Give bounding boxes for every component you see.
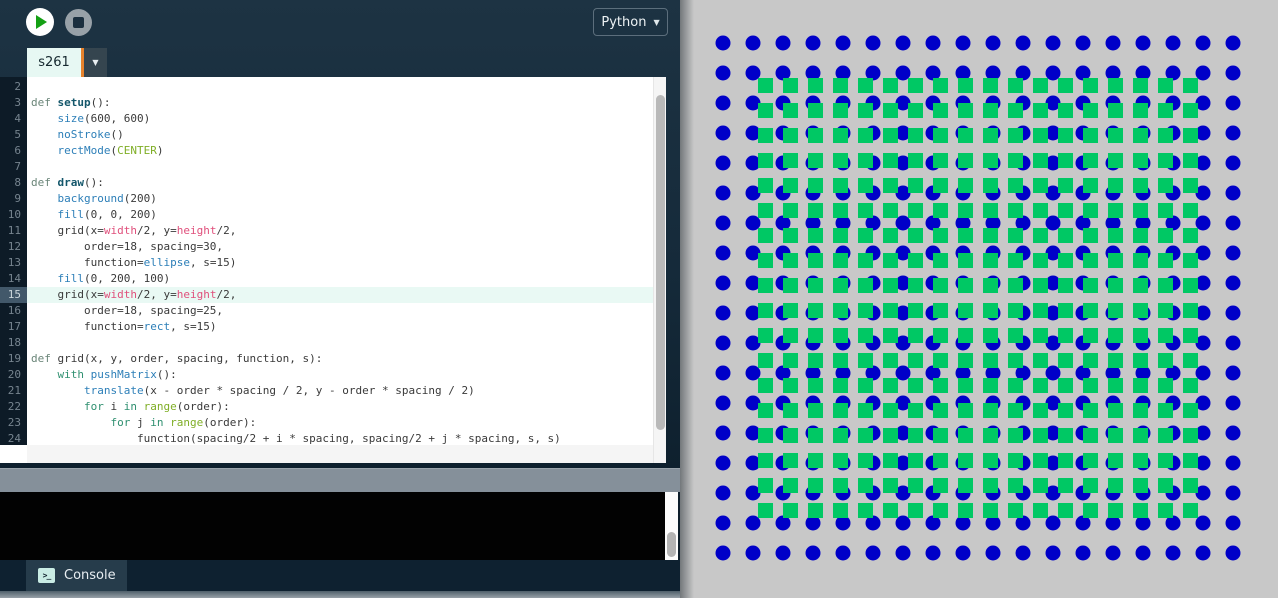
line-number: 15 xyxy=(0,287,27,303)
console-tab-bar: >_ Console xyxy=(0,560,680,591)
editor-scrollbar-thumb[interactable] xyxy=(656,95,665,430)
terminal-icon: >_ xyxy=(38,568,55,583)
code-line[interactable]: function=ellipse, s=15) xyxy=(27,255,653,271)
file-tab-menu-button[interactable]: ▼ xyxy=(84,48,107,77)
line-number: 10 xyxy=(7,208,21,221)
line-number: 23 xyxy=(7,416,21,429)
code-line[interactable]: def grid(x, y, order, spacing, function,… xyxy=(27,351,653,367)
line-number: 2 xyxy=(14,80,21,93)
code-line[interactable]: background(200) xyxy=(27,191,653,207)
code-line[interactable] xyxy=(27,79,653,95)
code-line[interactable]: size(600, 600) xyxy=(27,111,653,127)
line-number: 11 xyxy=(7,224,21,237)
line-number: 21 xyxy=(7,384,21,397)
sketch-svg xyxy=(680,0,1278,598)
bottom-status-strip xyxy=(0,591,680,598)
code-line[interactable]: grid(x=width/2, y=height/2, xyxy=(27,223,653,239)
code-line[interactable]: with pushMatrix(): xyxy=(27,367,653,383)
code-editor[interactable]: 2 3 4 5 6 7 8 9 10 11 12 13 14 15 16 17 18 19 20 21 22 23 24 d… xyxy=(0,77,666,463)
code-line[interactable] xyxy=(27,335,653,351)
line-number: 24 xyxy=(7,432,21,445)
editor-horizontal-scrollbar[interactable] xyxy=(27,445,653,463)
code-line[interactable]: for i in range(order): xyxy=(27,399,653,415)
app-window: Python ▼ s261 ▼ 2 3 4 5 6 7 8 9 10 11 12 13 14 15 16 17… xyxy=(0,0,1278,598)
code-line[interactable]: order=18, spacing=25, xyxy=(27,303,653,319)
panel-resize-handle[interactable] xyxy=(0,468,680,492)
line-number: 22 xyxy=(7,400,21,413)
stop-button[interactable] xyxy=(65,9,92,36)
language-dropdown[interactable]: Python ▼ xyxy=(593,8,668,36)
code-line[interactable]: translate(x - order * spacing / 2, y - o… xyxy=(27,383,653,399)
code-line[interactable] xyxy=(27,159,653,175)
line-number: 8 xyxy=(14,176,21,189)
code-line[interactable]: fill(0, 0, 200) xyxy=(27,207,653,223)
code-line[interactable]: function=rect, s=15) xyxy=(27,319,653,335)
run-button[interactable] xyxy=(26,8,54,36)
line-number: 20 xyxy=(7,368,21,381)
line-number: 16 xyxy=(7,304,21,317)
line-number: 4 xyxy=(14,112,21,125)
console-vertical-scrollbar[interactable] xyxy=(665,492,678,560)
line-number: 6 xyxy=(14,144,21,157)
code-line[interactable]: grid(x=width/2, y=height/2, xyxy=(27,287,653,303)
file-tab[interactable]: s261 xyxy=(27,48,84,77)
line-number: 7 xyxy=(14,160,21,173)
line-number: 12 xyxy=(7,240,21,253)
code-line[interactable]: def draw(): xyxy=(27,175,653,191)
console-scrollbar-thumb[interactable] xyxy=(667,532,676,557)
console-tab[interactable]: >_ Console xyxy=(26,560,127,591)
ide-panel: Python ▼ s261 ▼ 2 3 4 5 6 7 8 9 10 11 12 13 14 15 16 17… xyxy=(0,0,680,598)
console-output-panel xyxy=(0,492,680,560)
line-number-gutter: 2 3 4 5 6 7 8 9 10 11 12 13 14 15 16 17 18 19 20 21 22 23 24 xyxy=(0,77,27,445)
line-number: 9 xyxy=(14,192,21,205)
code-line[interactable]: for j in range(order): xyxy=(27,415,653,431)
line-number: 14 xyxy=(7,272,21,285)
play-icon xyxy=(36,15,47,29)
line-number: 13 xyxy=(7,256,21,269)
console-output[interactable] xyxy=(0,492,665,560)
console-tab-label: Console xyxy=(64,568,116,583)
code-line[interactable]: fill(0, 200, 100) xyxy=(27,271,653,287)
code-line[interactable]: order=18, spacing=30, xyxy=(27,239,653,255)
chevron-down-icon: ▼ xyxy=(653,17,660,27)
language-dropdown-label: Python xyxy=(601,14,647,30)
code-line[interactable]: rectMode(CENTER) xyxy=(27,143,653,159)
stop-icon xyxy=(73,17,84,28)
line-number: 3 xyxy=(14,96,21,109)
code-lines[interactable]: def setup(): size(600, 600) noStroke() r… xyxy=(27,77,653,445)
editor-vertical-scrollbar[interactable] xyxy=(653,77,666,463)
code-line[interactable]: noStroke() xyxy=(27,127,653,143)
file-tab-label: s261 xyxy=(38,55,70,70)
line-number: 17 xyxy=(7,320,21,333)
chevron-down-icon: ▼ xyxy=(92,58,99,67)
line-number: 18 xyxy=(7,336,21,349)
code-line[interactable]: def setup(): xyxy=(27,95,653,111)
sketch-output-canvas[interactable] xyxy=(680,0,1278,598)
line-number: 5 xyxy=(14,128,21,141)
line-number: 19 xyxy=(7,352,21,365)
